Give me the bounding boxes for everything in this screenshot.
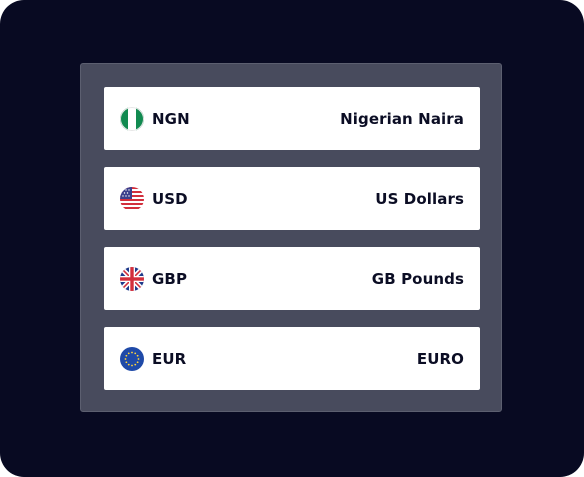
uk-flag-icon [120,266,144,291]
currency-option-eur[interactable]: EUR EURO [104,327,480,390]
us-flag-icon [120,186,144,211]
currency-code: EUR [152,349,187,368]
currency-name: US Dollars [375,189,464,208]
eu-flag-icon [120,346,144,371]
currency-option-gbp[interactable]: GBP GB Pounds [104,247,480,310]
currency-name: EURO [416,349,464,368]
currency-option-ngn[interactable]: NGN Nigerian Naira [104,87,480,150]
currency-list: NGN Nigerian Naira USD US Dollars GBP GB… [80,63,502,412]
currency-name: GB Pounds [371,269,464,288]
currency-code: USD [152,189,188,208]
currency-option-usd[interactable]: USD US Dollars [104,167,480,230]
app-frame: NGN Nigerian Naira USD US Dollars GBP GB… [0,0,584,477]
nigeria-flag-icon [120,106,144,131]
currency-code: NGN [152,109,190,128]
currency-name: Nigerian Naira [340,109,464,128]
currency-code: GBP [152,269,188,288]
